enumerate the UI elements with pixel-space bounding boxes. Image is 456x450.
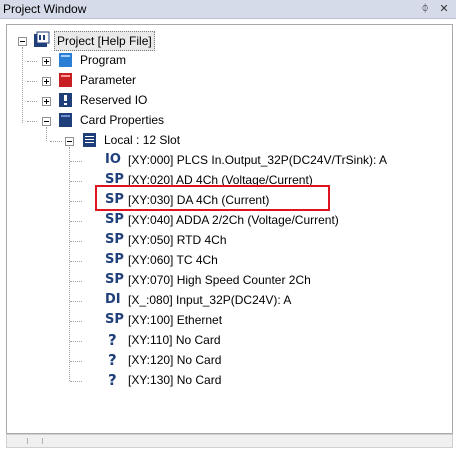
tree-line xyxy=(22,47,23,123)
tree-line xyxy=(70,161,82,162)
tree-node-label: Project [Help File] xyxy=(54,31,155,51)
tree-line xyxy=(27,81,37,82)
tree-line xyxy=(69,147,70,381)
tree-node-label: [XY:060] TC 4Ch xyxy=(128,253,218,267)
card-properties-icon xyxy=(59,113,72,127)
tree-line xyxy=(46,127,47,141)
tree-node-label: Local : 12 Slot xyxy=(104,133,181,147)
tree-node-label: [XY:050] RTD 4Ch xyxy=(128,233,227,247)
no-card-icon: ? xyxy=(108,331,117,349)
special-card-icon: SP xyxy=(105,252,124,267)
tree-node-label: [XY:110] No Card xyxy=(128,333,221,347)
collapse-root-toggle[interactable] xyxy=(18,37,27,46)
tree-line xyxy=(70,321,82,322)
tree-line xyxy=(70,381,82,382)
digital-input-card-icon: DI xyxy=(105,292,121,307)
tree-line xyxy=(70,181,82,182)
special-card-icon: SP xyxy=(105,212,124,227)
expand-reserved-io-toggle[interactable] xyxy=(42,97,51,106)
tree-node-label: [XY:000] PLCS In.Output_32P(DC24V/TrSink… xyxy=(128,153,388,167)
tree-node-label: Program xyxy=(80,53,127,67)
tree-node-label: [XY:070] High Speed Counter 2Ch xyxy=(128,273,311,287)
tree-node-label: Reserved IO xyxy=(80,93,148,107)
scrollbar-grip[interactable] xyxy=(27,438,43,444)
project-tree[interactable]: Project [Help File] Program Parameter Re… xyxy=(6,24,453,434)
project-icon xyxy=(34,31,50,47)
close-icon[interactable]: ✕ xyxy=(437,2,451,16)
rack-icon xyxy=(83,133,96,147)
tree-line xyxy=(70,281,82,282)
tree-line xyxy=(50,141,62,142)
tree-line xyxy=(70,301,82,302)
tree-node-label: Parameter xyxy=(80,73,137,87)
tree-node-label: [XY:100] Ethernet xyxy=(128,313,223,327)
tree-node-label: [XY:040] ADDA 2/2Ch (Voltage/Current) xyxy=(128,213,339,227)
tree-node-label: [X_:080] Input_32P(DC24V): A xyxy=(128,293,292,307)
special-card-icon: SP xyxy=(105,312,124,327)
no-card-icon: ? xyxy=(108,371,117,389)
tree-node-label: Card Properties xyxy=(80,113,165,127)
special-card-icon: SP xyxy=(105,232,124,247)
tree-line xyxy=(70,221,82,222)
title-bar: Project Window ᛰ ✕ xyxy=(0,0,456,19)
parameter-icon xyxy=(59,73,72,87)
io-card-icon: IO xyxy=(105,152,121,167)
tree-line xyxy=(27,101,37,102)
horizontal-scrollbar[interactable] xyxy=(6,434,453,448)
expand-parameter-toggle[interactable] xyxy=(42,77,51,86)
window-title: Project Window xyxy=(3,2,87,16)
collapse-card-properties-toggle[interactable] xyxy=(42,117,51,126)
tree-node-label: [XY:120] No Card xyxy=(128,353,222,367)
tree-line xyxy=(70,201,82,202)
special-card-icon: SP xyxy=(105,272,124,287)
no-card-icon: ? xyxy=(108,351,117,369)
tree-line xyxy=(70,341,82,342)
tree-line xyxy=(70,261,82,262)
collapse-local-toggle[interactable] xyxy=(65,137,74,146)
highlight-box xyxy=(95,185,330,211)
tree-line xyxy=(27,61,37,62)
tree-line xyxy=(70,361,82,362)
pin-icon[interactable]: ᛰ xyxy=(418,2,432,16)
tree-node-label: [XY:130] No Card xyxy=(128,373,222,387)
reserved-io-icon xyxy=(59,93,72,107)
expand-program-toggle[interactable] xyxy=(42,57,51,66)
tree-line xyxy=(27,121,37,122)
program-icon xyxy=(59,53,72,67)
tree-line xyxy=(70,241,82,242)
